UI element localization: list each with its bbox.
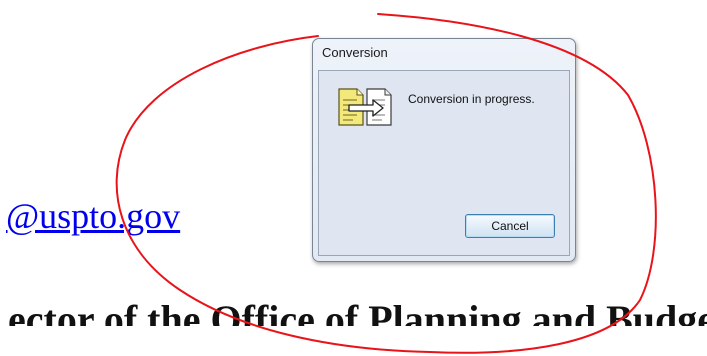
document-body-text: ector of the Office of Planning and Budg…: [8, 286, 707, 327]
dialog-content: Conversion in progress. Cancel: [318, 70, 570, 256]
dialog-title: Conversion: [322, 45, 388, 60]
document-body-line: ector of the Office of Planning and Budg…: [8, 297, 707, 327]
conversion-dialog: Conversion Conversion in progress. Cance…: [312, 38, 576, 262]
progress-message: Conversion in progress.: [408, 92, 535, 106]
document-conversion-icon: [338, 88, 392, 126]
cancel-button[interactable]: Cancel: [465, 214, 555, 238]
email-link[interactable]: @uspto.gov: [6, 196, 180, 236]
